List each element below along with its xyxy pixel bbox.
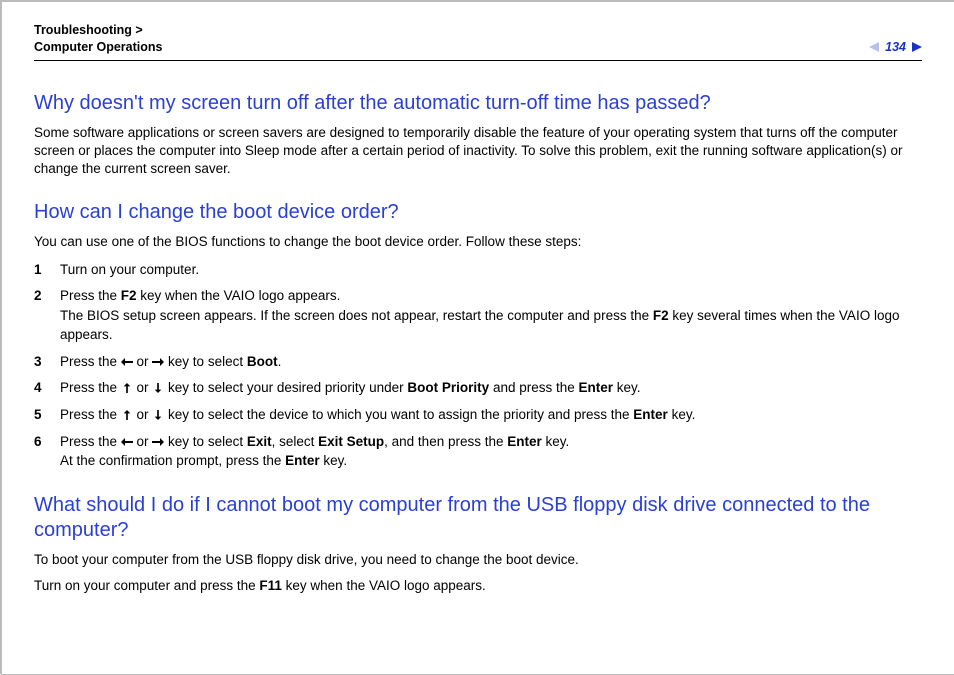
- boot-key: Boot: [247, 354, 278, 369]
- page-number-nav: 134: [869, 40, 922, 56]
- question-2-title: How can I change the boot device order?: [34, 200, 922, 225]
- t: key.: [613, 380, 641, 395]
- question-3-title: What should I do if I cannot boot my com…: [34, 493, 922, 543]
- t: key.: [320, 453, 348, 468]
- t: At the confirmation prompt, press the: [60, 453, 285, 468]
- exit-setup-key: Exit Setup: [318, 434, 384, 449]
- t: or: [133, 407, 153, 422]
- t: Press the: [60, 288, 121, 303]
- f11-key: F11: [259, 578, 282, 593]
- t: .: [278, 354, 282, 369]
- step-5: Press the or key to select the device to…: [34, 405, 922, 425]
- f2-key: F2: [653, 308, 669, 323]
- breadcrumb-line-1: Troubleshooting >: [34, 23, 143, 37]
- breadcrumb-line-2: Computer Operations: [34, 40, 163, 54]
- t: or: [133, 354, 153, 369]
- t: key when the VAIO logo appears.: [282, 578, 486, 593]
- step-4: Press the or key to select your desired …: [34, 378, 922, 398]
- f2-key: F2: [121, 288, 137, 303]
- arrow-down-icon: [152, 410, 164, 420]
- step-3: Press the or key to select Boot.: [34, 352, 922, 372]
- t: Press the: [60, 380, 121, 395]
- t: Press the: [60, 354, 121, 369]
- enter-key: Enter: [507, 434, 542, 449]
- page-header: Troubleshooting > Computer Operations 13…: [34, 22, 922, 61]
- arrow-left-icon: [121, 437, 133, 447]
- t: The BIOS setup screen appears. If the sc…: [60, 308, 653, 323]
- step-1: Turn on your computer.: [34, 260, 922, 280]
- t: Turn on your computer and press the: [34, 578, 259, 593]
- arrow-left-icon: [121, 357, 133, 367]
- question-1-body: Some software applications or screen sav…: [34, 124, 922, 179]
- page-number: 134: [885, 40, 906, 54]
- arrow-right-icon: [152, 437, 164, 447]
- t: key to select your desired priority unde…: [164, 380, 407, 395]
- t: key to select the device to which you wa…: [164, 407, 633, 422]
- question-3-p1: To boot your computer from the USB flopp…: [34, 551, 922, 569]
- question-1-title: Why doesn't my screen turn off after the…: [34, 91, 922, 116]
- prev-page-icon[interactable]: [869, 42, 879, 52]
- step-1-text: Turn on your computer.: [60, 262, 199, 277]
- boot-steps-list: Turn on your computer. Press the F2 key …: [34, 260, 922, 471]
- step-2: Press the F2 key when the VAIO logo appe…: [34, 286, 922, 345]
- question-2-intro: You can use one of the BIOS functions to…: [34, 233, 922, 251]
- t: , and then press the: [384, 434, 507, 449]
- breadcrumb: Troubleshooting > Computer Operations: [34, 22, 163, 56]
- arrow-up-icon: [121, 410, 133, 420]
- t: Press the: [60, 407, 121, 422]
- enter-key: Enter: [285, 453, 320, 468]
- t: key.: [542, 434, 570, 449]
- boot-priority-key: Boot Priority: [407, 380, 489, 395]
- t: key when the VAIO logo appears.: [137, 288, 341, 303]
- t: Press the: [60, 434, 121, 449]
- t: or: [133, 434, 153, 449]
- enter-key: Enter: [633, 407, 668, 422]
- t: , select: [272, 434, 319, 449]
- enter-key: Enter: [579, 380, 614, 395]
- arrow-right-icon: [152, 357, 164, 367]
- question-3-p2: Turn on your computer and press the F11 …: [34, 577, 922, 595]
- arrow-up-icon: [121, 383, 133, 393]
- t: and press the: [489, 380, 578, 395]
- t: key.: [668, 407, 696, 422]
- t: key to select: [164, 354, 247, 369]
- t: key to select: [164, 434, 247, 449]
- t: or: [133, 380, 153, 395]
- exit-key: Exit: [247, 434, 272, 449]
- next-page-icon[interactable]: [912, 42, 922, 52]
- step-6: Press the or key to select Exit, select …: [34, 432, 922, 471]
- arrow-down-icon: [152, 383, 164, 393]
